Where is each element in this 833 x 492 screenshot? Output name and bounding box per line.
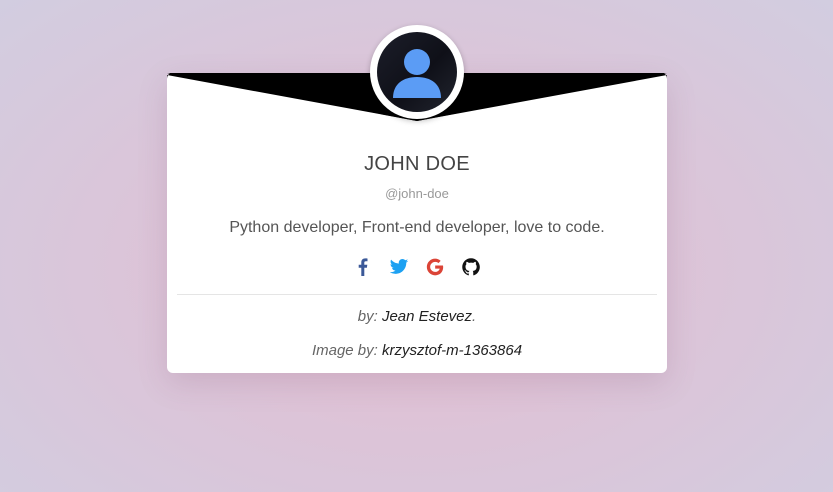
divider	[177, 294, 657, 295]
profile-bio: Python developer, Front-end developer, l…	[229, 219, 605, 236]
facebook-icon	[358, 258, 368, 276]
github-link[interactable]	[461, 257, 481, 277]
user-icon	[393, 49, 441, 98]
twitter-link[interactable]	[389, 257, 409, 277]
author-credit: by: Jean Estevez.	[167, 308, 667, 325]
image-credit: Image by: krzysztof-m-1363864	[167, 342, 667, 359]
image-credit-prefix: Image by:	[311, 342, 378, 359]
profile-name: JOHN DOE	[364, 153, 470, 175]
facebook-link[interactable]	[353, 257, 373, 277]
author-link[interactable]: Jean Estevez	[382, 308, 472, 325]
author-credit-suffix: .	[472, 308, 477, 325]
profile-handle: @john-doe	[385, 186, 449, 201]
author-credit-prefix: by:	[357, 308, 378, 325]
google-link[interactable]	[425, 257, 445, 277]
github-icon	[462, 258, 480, 276]
avatar	[370, 25, 464, 119]
twitter-icon	[389, 259, 409, 274]
avatar-image	[377, 32, 457, 112]
social-links	[167, 257, 667, 277]
google-icon	[426, 258, 444, 276]
image-author-link[interactable]: krzysztof-m-1363864	[382, 342, 522, 359]
